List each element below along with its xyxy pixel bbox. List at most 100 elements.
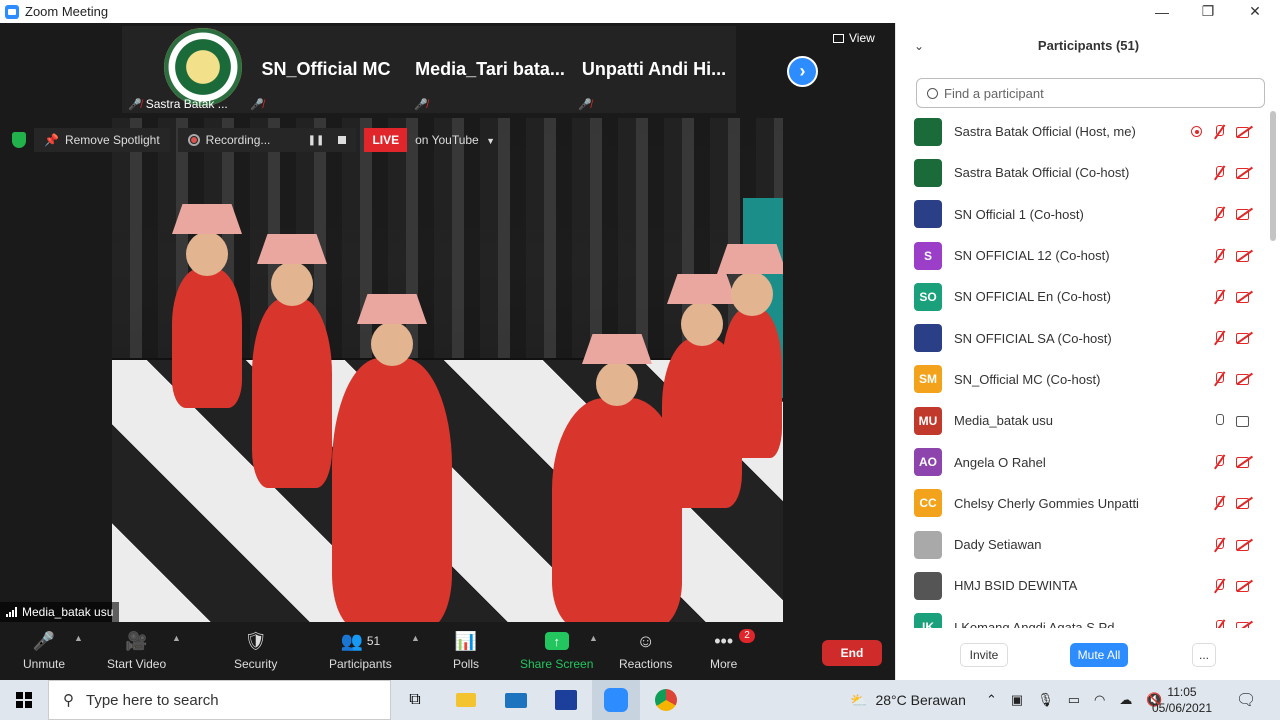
close-button[interactable]: ✕: [1232, 0, 1278, 23]
live-badge[interactable]: LIVE: [364, 128, 408, 152]
avatar: S: [914, 241, 942, 270]
participant-row[interactable]: Sastra Batak Official (Co-host): [896, 152, 1271, 193]
system-tray: ⌃ ▣ 🎙 ▭ ◠ ☁ 🔇: [986, 680, 1163, 720]
live-target-label: on YouTube: [415, 133, 479, 147]
participants-options-caret[interactable]: ▲: [411, 633, 420, 643]
meeting-area: 🎤̸ Sastra Batak ... SN_Official MC 🎤̸ Me…: [0, 23, 895, 680]
spotlight-video: [112, 118, 783, 622]
audio-options-caret[interactable]: ▲: [74, 633, 83, 643]
chrome-icon[interactable]: [642, 680, 690, 720]
participants-label: Participants: [329, 657, 392, 671]
share-options-caret[interactable]: ▲: [589, 633, 598, 643]
weather-widget[interactable]: ⛅ 28°C Berawan: [850, 680, 966, 720]
more-options-button[interactable]: ...: [1192, 643, 1216, 667]
participants-button[interactable]: 👥 51 Participants: [329, 629, 392, 672]
video-off-icon: [1236, 539, 1253, 551]
avatar: [914, 571, 942, 600]
share-screen-button[interactable]: ↑ Share Screen: [520, 629, 593, 671]
wifi-icon[interactable]: ◠: [1094, 692, 1105, 708]
video-off-icon: [1236, 332, 1253, 345]
weather-label: 28°C Berawan: [875, 692, 966, 708]
next-page-button[interactable]: ›: [787, 56, 818, 87]
more-label: More: [710, 657, 738, 671]
taskbar-search-placeholder: Type here to search: [86, 691, 219, 709]
thumbnail-tile[interactable]: Media_Tari bata... 🎤̸: [408, 26, 572, 113]
participant-row[interactable]: Sastra Batak Official (Host, me): [896, 111, 1271, 152]
remove-spotlight-button[interactable]: 📌 Remove Spotlight: [34, 128, 170, 152]
reactions-button[interactable]: ☺ Reactions: [619, 629, 672, 672]
clock[interactable]: 11:05 05/06/2021: [1152, 680, 1212, 720]
more-button[interactable]: ••• More: [710, 629, 738, 672]
start-video-button[interactable]: 🎥 Start Video: [107, 629, 166, 672]
battery-icon[interactable]: ▭: [1068, 692, 1080, 708]
thumbnail-tile[interactable]: 🎤̸ Sastra Batak ...: [122, 26, 244, 113]
video-off-icon: [1236, 167, 1253, 179]
participant-name: SN Official 1 (Co-host): [954, 206, 1084, 222]
thumbnail-name-row: 🎤̸: [414, 98, 428, 111]
minimize-button[interactable]: —: [1139, 0, 1185, 23]
share-screen-label: Share Screen: [520, 657, 594, 671]
avatar: [914, 117, 942, 146]
dancer: [252, 234, 332, 488]
video-off-icon: 🎥: [125, 630, 148, 651]
cloud-icon[interactable]: ☁: [1119, 692, 1132, 708]
participant-row[interactable]: MU Media_batak usu: [896, 400, 1271, 441]
mic-muted-icon: 🎤̸: [414, 99, 428, 111]
participant-list-scrollbar[interactable]: [1270, 111, 1276, 241]
polls-button[interactable]: 📊 Polls: [453, 629, 479, 672]
mute-all-button[interactable]: Mute All: [1070, 643, 1128, 667]
device-icon[interactable]: ▣: [1011, 692, 1023, 708]
smiley-plus-icon: ☺: [636, 630, 655, 651]
thumbnail-tile[interactable]: SN_Official MC 🎤̸: [244, 26, 408, 113]
participant-row[interactable]: IK I Komang Angdi Agata S.Pd: [896, 607, 1271, 628]
caret-down-icon: ▼: [486, 136, 495, 146]
window-titlebar: Zoom Meeting — ❐ ✕: [0, 0, 1280, 23]
video-off-icon: [1236, 126, 1253, 138]
stop-recording-button[interactable]: [338, 136, 347, 144]
security-button[interactable]: 🛡 Security: [234, 629, 277, 672]
live-target-dropdown[interactable]: on YouTube ▼: [415, 133, 495, 147]
taskbar-search[interactable]: ⚲ Type here to search: [48, 680, 391, 720]
avatar: [914, 324, 942, 353]
participant-row[interactable]: SN OFFICIAL SA (Co-host): [896, 317, 1271, 358]
app-icon[interactable]: [542, 680, 590, 720]
participant-status-icons: [1212, 207, 1253, 221]
participant-row[interactable]: CC Chelsy Cherly Gommies Unpatti: [896, 483, 1271, 524]
avatar: CC: [914, 489, 942, 518]
task-view-icon[interactable]: ⧉: [391, 680, 439, 720]
end-meeting-button[interactable]: End: [822, 640, 882, 666]
participant-row[interactable]: AO Angela O Rahel: [896, 441, 1271, 482]
pause-recording-button[interactable]: ❚❚: [308, 135, 325, 146]
chevron-up-icon[interactable]: ⌃: [986, 692, 997, 708]
thumbnail-tile[interactable]: Unpatti Andi Hi... 🎤̸: [572, 26, 736, 113]
view-button[interactable]: View: [833, 31, 875, 45]
video-off-icon: [1236, 621, 1253, 628]
microphone-icon[interactable]: 🎙: [1037, 692, 1054, 708]
participants-panel: ⌄ Participants (51) Sastra Batak Officia…: [895, 23, 1280, 680]
taskbar: ⚲ Type here to search ⧉ ⛅ 28°C Berawan ⌃…: [0, 680, 1280, 720]
notification-badge: 2: [739, 629, 755, 643]
search-input[interactable]: [944, 85, 1244, 101]
mic-muted-icon: [1212, 289, 1226, 304]
mail-icon[interactable]: [492, 680, 540, 720]
file-explorer-icon[interactable]: [442, 680, 490, 720]
invite-button[interactable]: Invite: [960, 643, 1008, 667]
notification-icon[interactable]: 🗨: [1236, 680, 1256, 720]
zoom-taskbar-icon[interactable]: [592, 680, 640, 720]
participant-search[interactable]: [916, 78, 1265, 108]
participant-row[interactable]: SO SN OFFICIAL En (Co-host): [896, 276, 1271, 317]
participant-row[interactable]: SN Official 1 (Co-host): [896, 194, 1271, 235]
video-options-caret[interactable]: ▲: [172, 633, 181, 643]
participant-row[interactable]: SM SN_Official MC (Co-host): [896, 359, 1271, 400]
maximize-button[interactable]: ❐: [1185, 0, 1231, 23]
panel-footer: Invite Mute All ...: [896, 638, 1280, 673]
start-button[interactable]: [0, 680, 48, 720]
thumbnail-strip: 🎤̸ Sastra Batak ... SN_Official MC 🎤̸ Me…: [122, 26, 736, 113]
participant-status-icons: [1212, 620, 1253, 628]
participant-row[interactable]: HMJ BSID DEWINTA: [896, 565, 1271, 606]
unmute-button[interactable]: 🎤 Unmute: [23, 629, 66, 672]
unmute-label: Unmute: [23, 657, 66, 671]
participant-row[interactable]: S SN OFFICIAL 12 (Co-host): [896, 235, 1271, 276]
video-off-icon: [1236, 456, 1253, 469]
participant-row[interactable]: Dady Setiawan: [896, 524, 1271, 565]
